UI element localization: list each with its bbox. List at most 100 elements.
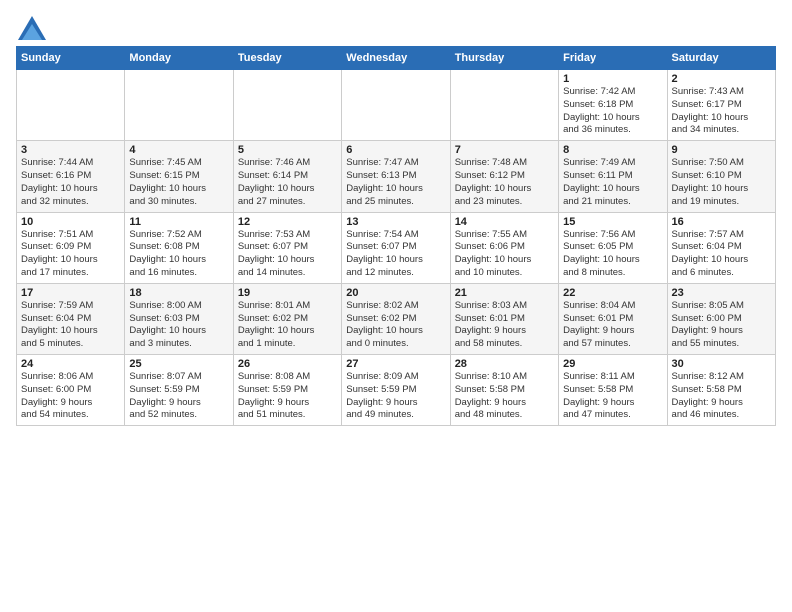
day-info: Sunrise: 8:09 AM Sunset: 5:59 PM Dayligh… (346, 371, 445, 422)
day-number: 29 (563, 358, 662, 370)
day-number: 23 (672, 287, 771, 299)
logo (16, 16, 46, 34)
calendar-cell: 25Sunrise: 8:07 AM Sunset: 5:59 PM Dayli… (125, 355, 233, 426)
calendar-cell: 28Sunrise: 8:10 AM Sunset: 5:58 PM Dayli… (450, 355, 558, 426)
day-number: 11 (129, 216, 228, 228)
calendar-cell: 1Sunrise: 7:42 AM Sunset: 6:18 PM Daylig… (559, 70, 667, 141)
day-info: Sunrise: 8:04 AM Sunset: 6:01 PM Dayligh… (563, 300, 662, 351)
weekday-header-saturday: Saturday (667, 47, 775, 70)
week-row-3: 10Sunrise: 7:51 AM Sunset: 6:09 PM Dayli… (17, 212, 776, 283)
day-info: Sunrise: 7:42 AM Sunset: 6:18 PM Dayligh… (563, 86, 662, 137)
week-row-2: 3Sunrise: 7:44 AM Sunset: 6:16 PM Daylig… (17, 141, 776, 212)
calendar-cell: 24Sunrise: 8:06 AM Sunset: 6:00 PM Dayli… (17, 355, 125, 426)
day-number: 7 (455, 144, 554, 156)
calendar-cell: 17Sunrise: 7:59 AM Sunset: 6:04 PM Dayli… (17, 283, 125, 354)
day-info: Sunrise: 7:53 AM Sunset: 6:07 PM Dayligh… (238, 229, 337, 280)
page-header (16, 16, 776, 34)
day-info: Sunrise: 8:06 AM Sunset: 6:00 PM Dayligh… (21, 371, 120, 422)
calendar-cell: 7Sunrise: 7:48 AM Sunset: 6:12 PM Daylig… (450, 141, 558, 212)
calendar-cell: 20Sunrise: 8:02 AM Sunset: 6:02 PM Dayli… (342, 283, 450, 354)
day-number: 20 (346, 287, 445, 299)
week-row-1: 1Sunrise: 7:42 AM Sunset: 6:18 PM Daylig… (17, 70, 776, 141)
day-number: 17 (21, 287, 120, 299)
day-number: 13 (346, 216, 445, 228)
calendar-cell: 10Sunrise: 7:51 AM Sunset: 6:09 PM Dayli… (17, 212, 125, 283)
calendar-cell: 3Sunrise: 7:44 AM Sunset: 6:16 PM Daylig… (17, 141, 125, 212)
day-number: 9 (672, 144, 771, 156)
day-info: Sunrise: 7:51 AM Sunset: 6:09 PM Dayligh… (21, 229, 120, 280)
week-row-4: 17Sunrise: 7:59 AM Sunset: 6:04 PM Dayli… (17, 283, 776, 354)
calendar-cell: 9Sunrise: 7:50 AM Sunset: 6:10 PM Daylig… (667, 141, 775, 212)
weekday-header-friday: Friday (559, 47, 667, 70)
day-number: 6 (346, 144, 445, 156)
calendar-cell: 12Sunrise: 7:53 AM Sunset: 6:07 PM Dayli… (233, 212, 341, 283)
day-info: Sunrise: 8:03 AM Sunset: 6:01 PM Dayligh… (455, 300, 554, 351)
calendar-cell: 5Sunrise: 7:46 AM Sunset: 6:14 PM Daylig… (233, 141, 341, 212)
day-info: Sunrise: 7:59 AM Sunset: 6:04 PM Dayligh… (21, 300, 120, 351)
day-number: 28 (455, 358, 554, 370)
calendar-cell: 23Sunrise: 8:05 AM Sunset: 6:00 PM Dayli… (667, 283, 775, 354)
day-number: 24 (21, 358, 120, 370)
calendar-cell: 29Sunrise: 8:11 AM Sunset: 5:58 PM Dayli… (559, 355, 667, 426)
calendar-cell: 14Sunrise: 7:55 AM Sunset: 6:06 PM Dayli… (450, 212, 558, 283)
day-number: 15 (563, 216, 662, 228)
calendar-cell: 11Sunrise: 7:52 AM Sunset: 6:08 PM Dayli… (125, 212, 233, 283)
day-info: Sunrise: 7:46 AM Sunset: 6:14 PM Dayligh… (238, 157, 337, 208)
day-number: 5 (238, 144, 337, 156)
weekday-header-sunday: Sunday (17, 47, 125, 70)
weekday-header-thursday: Thursday (450, 47, 558, 70)
day-info: Sunrise: 7:43 AM Sunset: 6:17 PM Dayligh… (672, 86, 771, 137)
calendar-cell: 22Sunrise: 8:04 AM Sunset: 6:01 PM Dayli… (559, 283, 667, 354)
calendar-cell: 30Sunrise: 8:12 AM Sunset: 5:58 PM Dayli… (667, 355, 775, 426)
day-info: Sunrise: 7:47 AM Sunset: 6:13 PM Dayligh… (346, 157, 445, 208)
day-info: Sunrise: 8:00 AM Sunset: 6:03 PM Dayligh… (129, 300, 228, 351)
weekday-header-monday: Monday (125, 47, 233, 70)
day-number: 18 (129, 287, 228, 299)
day-number: 4 (129, 144, 228, 156)
day-info: Sunrise: 7:45 AM Sunset: 6:15 PM Dayligh… (129, 157, 228, 208)
calendar-table: SundayMondayTuesdayWednesdayThursdayFrid… (16, 46, 776, 426)
calendar-cell: 13Sunrise: 7:54 AM Sunset: 6:07 PM Dayli… (342, 212, 450, 283)
calendar-cell (450, 70, 558, 141)
day-number: 30 (672, 358, 771, 370)
logo-icon (18, 16, 46, 40)
day-info: Sunrise: 7:56 AM Sunset: 6:05 PM Dayligh… (563, 229, 662, 280)
weekday-header-wednesday: Wednesday (342, 47, 450, 70)
calendar-cell: 16Sunrise: 7:57 AM Sunset: 6:04 PM Dayli… (667, 212, 775, 283)
day-info: Sunrise: 8:10 AM Sunset: 5:58 PM Dayligh… (455, 371, 554, 422)
day-info: Sunrise: 7:52 AM Sunset: 6:08 PM Dayligh… (129, 229, 228, 280)
day-number: 21 (455, 287, 554, 299)
calendar-cell: 18Sunrise: 8:00 AM Sunset: 6:03 PM Dayli… (125, 283, 233, 354)
calendar-cell (125, 70, 233, 141)
day-number: 2 (672, 73, 771, 85)
day-info: Sunrise: 8:01 AM Sunset: 6:02 PM Dayligh… (238, 300, 337, 351)
day-info: Sunrise: 8:02 AM Sunset: 6:02 PM Dayligh… (346, 300, 445, 351)
day-info: Sunrise: 7:44 AM Sunset: 6:16 PM Dayligh… (21, 157, 120, 208)
calendar-cell: 19Sunrise: 8:01 AM Sunset: 6:02 PM Dayli… (233, 283, 341, 354)
calendar-cell (233, 70, 341, 141)
calendar-cell (342, 70, 450, 141)
day-info: Sunrise: 8:12 AM Sunset: 5:58 PM Dayligh… (672, 371, 771, 422)
day-info: Sunrise: 7:48 AM Sunset: 6:12 PM Dayligh… (455, 157, 554, 208)
day-info: Sunrise: 7:55 AM Sunset: 6:06 PM Dayligh… (455, 229, 554, 280)
day-info: Sunrise: 7:49 AM Sunset: 6:11 PM Dayligh… (563, 157, 662, 208)
day-number: 14 (455, 216, 554, 228)
day-info: Sunrise: 8:05 AM Sunset: 6:00 PM Dayligh… (672, 300, 771, 351)
calendar-cell: 15Sunrise: 7:56 AM Sunset: 6:05 PM Dayli… (559, 212, 667, 283)
calendar-cell: 6Sunrise: 7:47 AM Sunset: 6:13 PM Daylig… (342, 141, 450, 212)
day-info: Sunrise: 7:57 AM Sunset: 6:04 PM Dayligh… (672, 229, 771, 280)
day-number: 25 (129, 358, 228, 370)
day-number: 19 (238, 287, 337, 299)
day-number: 26 (238, 358, 337, 370)
weekday-header-row: SundayMondayTuesdayWednesdayThursdayFrid… (17, 47, 776, 70)
calendar-cell: 26Sunrise: 8:08 AM Sunset: 5:59 PM Dayli… (233, 355, 341, 426)
day-info: Sunrise: 8:08 AM Sunset: 5:59 PM Dayligh… (238, 371, 337, 422)
calendar-cell: 8Sunrise: 7:49 AM Sunset: 6:11 PM Daylig… (559, 141, 667, 212)
day-number: 1 (563, 73, 662, 85)
day-number: 8 (563, 144, 662, 156)
day-number: 10 (21, 216, 120, 228)
day-number: 12 (238, 216, 337, 228)
calendar-cell: 21Sunrise: 8:03 AM Sunset: 6:01 PM Dayli… (450, 283, 558, 354)
day-number: 22 (563, 287, 662, 299)
calendar-cell (17, 70, 125, 141)
